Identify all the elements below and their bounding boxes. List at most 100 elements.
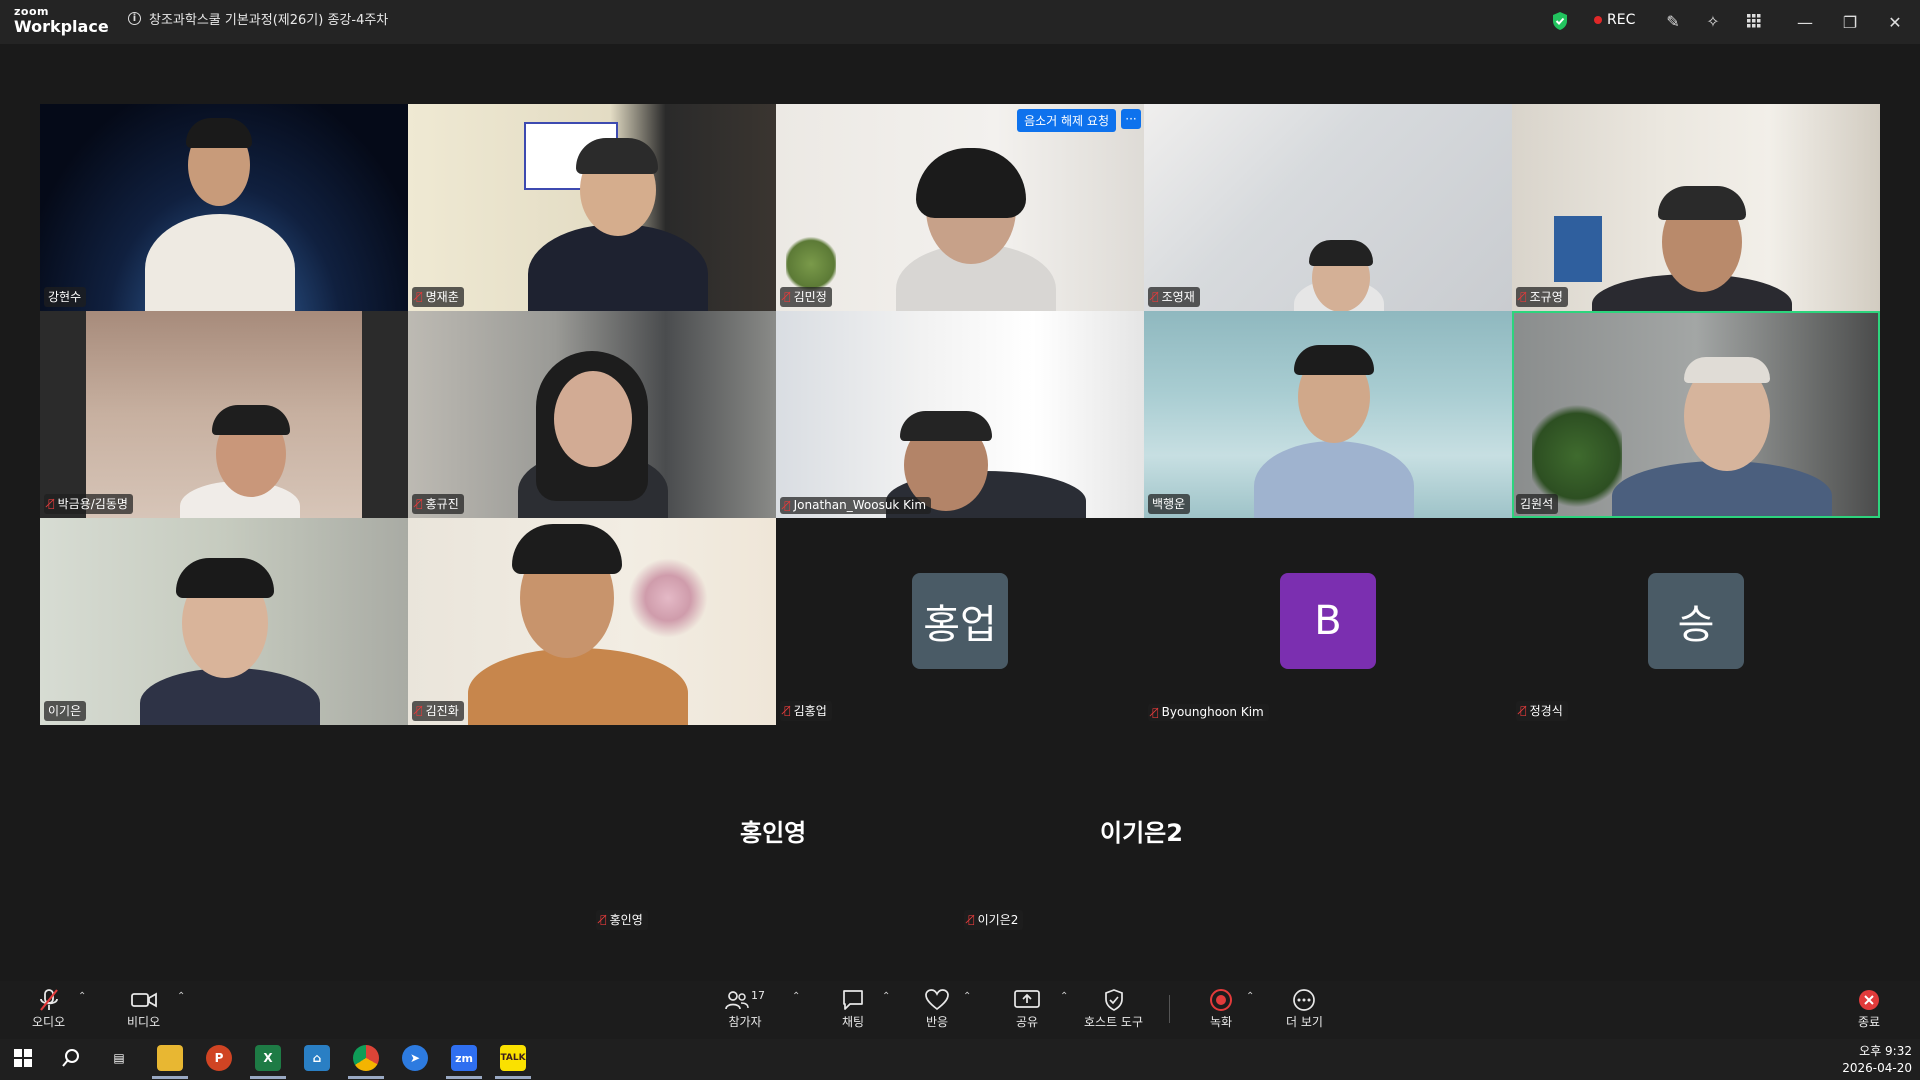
windows-start-icon[interactable] — [10, 1045, 36, 1071]
reactions-options-caret[interactable]: ⌃ — [963, 991, 971, 1002]
video-options-caret[interactable]: ⌃ — [177, 991, 185, 1002]
close-icon[interactable]: ✕ — [1883, 10, 1907, 34]
excel-icon[interactable]: X — [255, 1045, 281, 1071]
video-tile-12[interactable]: 🎙̸ 김진화 — [408, 518, 776, 725]
participant-name: 김진화 — [425, 704, 459, 718]
kakaotalk-icon[interactable]: TALK — [500, 1045, 526, 1071]
participants-count: 17 — [751, 988, 765, 1002]
end-meeting-button[interactable]: 종료 — [1858, 987, 1880, 1030]
participant-name: 박금용/김동명 — [57, 497, 128, 511]
chat-button[interactable]: 채팅 — [841, 987, 865, 1030]
reactions-button[interactable]: 반응 — [925, 987, 949, 1030]
participant-name: 이기은 — [48, 704, 82, 718]
video-tile-11[interactable]: 이기은 — [40, 518, 408, 725]
participant-name-tag: 🎙̸ 박금용/김동명 — [44, 494, 133, 514]
participant-name: 홍인영 — [609, 913, 643, 927]
participant-name: 김원석 — [1520, 497, 1554, 511]
system-clock[interactable]: 오후 9:32 2026-04-20 — [1842, 1043, 1912, 1077]
search-icon[interactable] — [58, 1045, 84, 1071]
logo-small-text: zoom — [14, 5, 49, 18]
unmute-request-badge[interactable]: 음소거 해제 요청 — [1017, 109, 1116, 132]
video-tile-1[interactable]: 강현수 — [40, 104, 408, 311]
record-button[interactable]: 녹화 — [1209, 987, 1233, 1030]
participants-icon: 17 — [725, 987, 765, 1013]
mic-muted-icon: 🎙̸ — [784, 290, 791, 303]
chrome-icon[interactable] — [353, 1045, 379, 1071]
host-tools-label: 호스트 도구 — [1084, 1015, 1144, 1029]
reactions-label: 반응 — [925, 1015, 949, 1029]
participant-name-tag: 🎙̸ Jonathan_Woosuk Kim — [780, 497, 932, 514]
participant-name: 정경식 — [1529, 704, 1563, 718]
navigation-app-icon[interactable]: ➤ — [402, 1045, 428, 1071]
minimize-icon[interactable]: — — [1793, 10, 1817, 34]
participants-button[interactable]: 17 참가자 — [725, 987, 765, 1030]
participant-name: 조영재 — [1161, 290, 1195, 304]
audio-button[interactable]: 오디오 — [32, 987, 65, 1030]
info-icon[interactable]: i — [128, 12, 141, 25]
app-icon[interactable]: ⌂ — [304, 1045, 330, 1071]
more-button[interactable]: 더 보기 — [1286, 987, 1323, 1030]
record-options-caret[interactable]: ⌃ — [1246, 991, 1254, 1002]
meeting-controls-bar: 오디오 ⌃ 비디오 ⌃ 17 참가자 ⌃ 채팅 ⌃ 반응 ⌃ 공유 ⌃ 호스트 … — [0, 981, 1920, 1039]
zoom-app-icon[interactable]: zm — [451, 1045, 477, 1071]
encryption-shield-icon[interactable] — [1551, 11, 1569, 31]
recording-indicator[interactable]: REC — [1594, 12, 1635, 28]
mic-muted-icon: 🎙̸ — [1520, 290, 1527, 303]
participant-name: Byounghoon Kim — [1161, 705, 1264, 719]
powerpoint-icon[interactable]: P — [206, 1045, 232, 1071]
mic-muted-icon: 🎙̸ — [416, 290, 423, 303]
rec-dot-icon — [1594, 16, 1602, 24]
participant-name: Jonathan_Woosuk Kim — [793, 498, 927, 512]
participant-name-tag: 🎙̸ 김홍업 — [780, 701, 832, 721]
chat-options-caret[interactable]: ⌃ — [882, 991, 890, 1002]
participant-name-tag: 🎙̸ 조규영 — [1516, 287, 1568, 307]
end-label: 종료 — [1858, 1015, 1881, 1029]
share-options-caret[interactable]: ⌃ — [1060, 991, 1068, 1002]
participant-name: 김홍업 — [793, 704, 827, 718]
participant-name-tag: 🎙̸ 홍규진 — [412, 494, 464, 514]
audio-tile-1[interactable]: 홍인영 🎙̸ 홍인영 — [592, 725, 960, 932]
mic-muted-icon: 🎙̸ — [600, 913, 607, 926]
tile-more-options-button[interactable]: ··· — [1121, 109, 1141, 129]
annotate-pen-icon[interactable]: ✎ — [1662, 10, 1684, 32]
share-button[interactable]: 공유 — [1014, 987, 1040, 1030]
video-button[interactable]: 비디오 — [127, 987, 160, 1030]
participant-name-tag: 🎙̸ 이기은2 — [964, 910, 1024, 930]
participant-name: 백행운 — [1152, 497, 1186, 511]
zoom-active-indicator — [446, 1076, 482, 1079]
participant-name-tag: 🎙̸ 조영재 — [1148, 287, 1200, 307]
zoom-logo: zoom Workplace — [14, 6, 109, 37]
ai-companion-icon[interactable]: ✧ — [1702, 10, 1724, 32]
video-tile-7[interactable]: 🎙̸ 홍규진 — [408, 311, 776, 518]
participant-name-tag: 백행운 — [1148, 494, 1191, 514]
file-explorer-icon[interactable] — [157, 1045, 183, 1071]
host-tools-button[interactable]: 호스트 도구 — [1084, 987, 1143, 1030]
participant-name-tag: 🎙̸ 김진화 — [412, 701, 464, 721]
participant-name-tag: 🎙̸ Byounghoon Kim — [1148, 704, 1269, 721]
meeting-title: 창조과학스쿨 기본과정(제26기) 종강-4주차 — [149, 13, 389, 28]
video-tile-14[interactable]: B 🎙̸ Byounghoon Kim — [1144, 518, 1512, 725]
audio-tile-2[interactable]: 이기은2 🎙̸ 이기은2 — [960, 725, 1328, 932]
participant-name: 조규영 — [1529, 290, 1563, 304]
audio-options-caret[interactable]: ⌃ — [78, 991, 86, 1002]
video-tile-9[interactable]: 백행운 — [1144, 311, 1512, 518]
participants-options-caret[interactable]: ⌃ — [792, 991, 800, 1002]
file-explorer-active-indicator — [152, 1076, 188, 1079]
kakaotalk-active-indicator — [495, 1076, 531, 1079]
restore-icon[interactable]: ❐ — [1838, 10, 1862, 34]
video-tile-13[interactable]: 홍업 🎙̸ 김홍업 — [776, 518, 1144, 725]
video-tile-4[interactable]: 🎙̸ 조영재 — [1144, 104, 1512, 311]
apps-grid-icon[interactable] — [1743, 10, 1765, 32]
video-tile-8[interactable]: 🎙̸ Jonathan_Woosuk Kim — [776, 311, 1144, 518]
video-tile-15[interactable]: 승 🎙̸ 정경식 — [1512, 518, 1880, 725]
toolbar-separator — [1169, 995, 1170, 1023]
meeting-info[interactable]: i 창조과학스쿨 기본과정(제26기) 종강-4주차 — [128, 9, 388, 28]
video-tile-5[interactable]: 🎙̸ 조규영 — [1512, 104, 1880, 311]
participant-name: 명재춘 — [425, 290, 459, 304]
video-tile-6[interactable]: 🎙̸ 박금용/김동명 — [40, 311, 408, 518]
video-tile-2[interactable]: 🎙̸ 명재춘 — [408, 104, 776, 311]
video-tile-3[interactable]: 음소거 해제 요청 ··· 🎙̸ 김민정 — [776, 104, 1144, 311]
task-view-icon[interactable]: ▤ — [106, 1045, 132, 1071]
participant-name-tag: 🎙̸ 명재춘 — [412, 287, 464, 307]
video-tile-10[interactable]: 김원석 — [1512, 311, 1880, 518]
